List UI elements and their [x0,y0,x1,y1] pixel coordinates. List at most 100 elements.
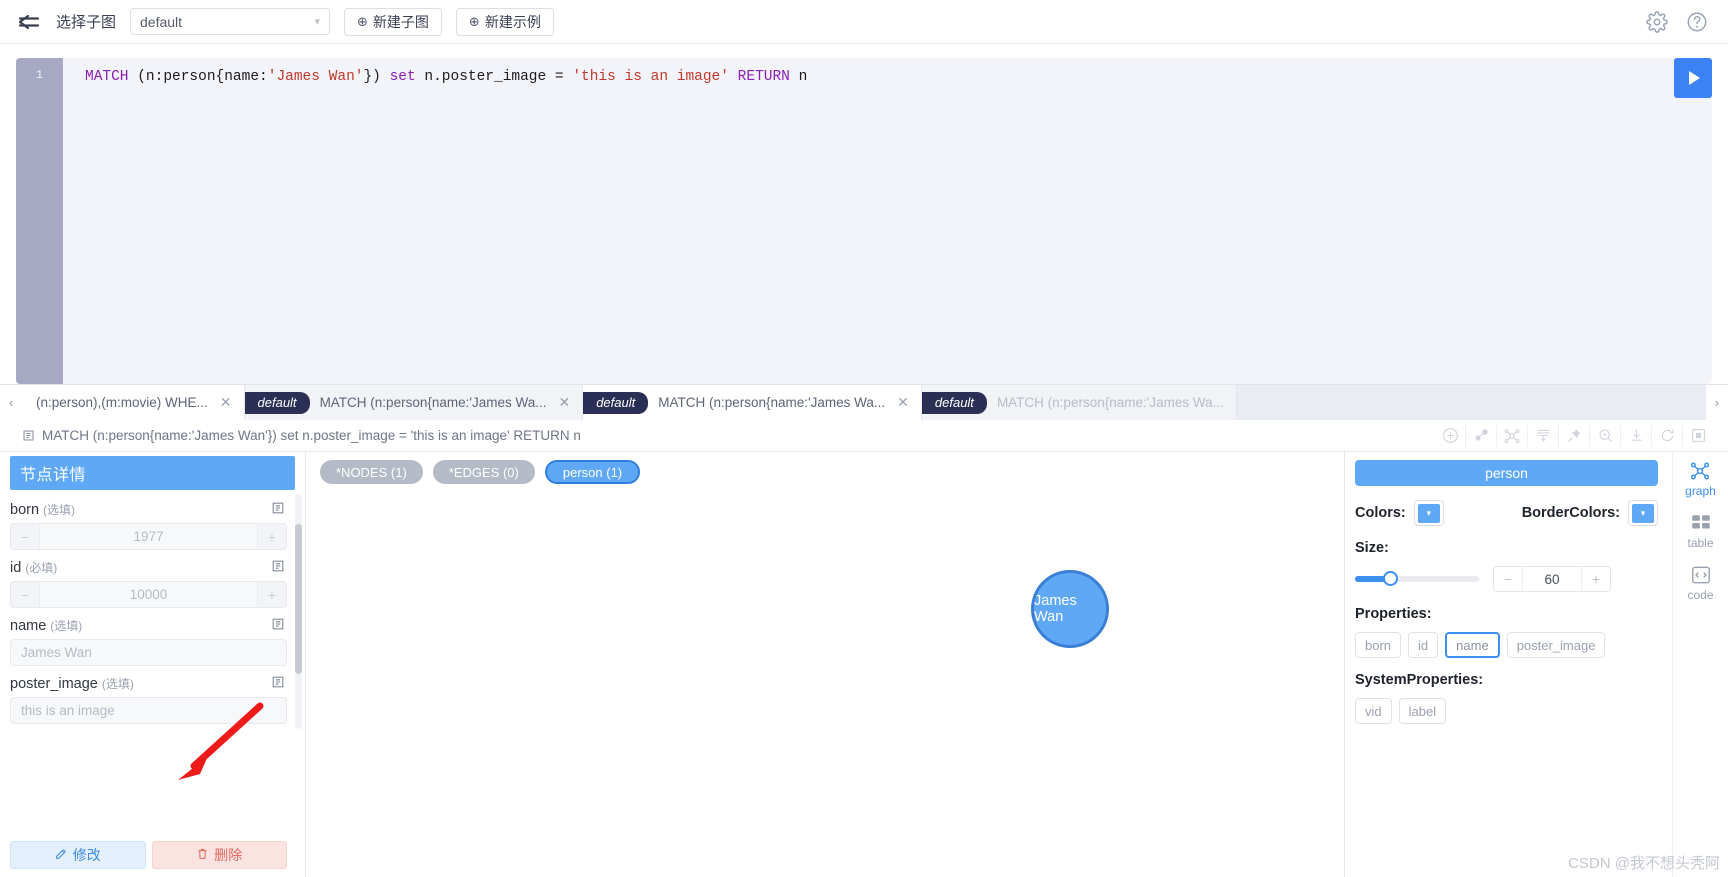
node-property-value: this is an image [21,703,115,718]
run-query-button[interactable] [1674,58,1712,98]
border-color-swatch: ▾ [1632,503,1654,523]
code-token: MATCH [85,69,138,85]
system-properties-block: SystemProperties: vid label [1355,671,1658,724]
result-tabbar: ‹ (n:person),(m:movie) WHE... ✕ default MAT… [0,384,1728,420]
system-properties-label: SystemProperties: [1355,672,1484,688]
rail-item-code[interactable]: code [1687,564,1714,602]
tab-scroll-left[interactable]: ‹ [0,385,22,420]
expand-graph-icon[interactable] [1497,424,1528,447]
tab-badge: default [583,391,649,414]
result-tab[interactable]: (n:person),(m:movie) WHE... ✕ [22,385,245,420]
code-token: RETURN [728,69,799,85]
increment-button[interactable]: + [258,582,286,607]
node-property-number-input[interactable]: −10000 + [10,581,287,608]
copy-icon[interactable] [271,559,285,578]
node-property-label: poster_image (选填) [10,675,287,692]
zoom-fit-icon[interactable] [1590,424,1621,447]
result-tab[interactable]: default MATCH (n:person{name:'James Wa...… [583,385,922,420]
border-color-picker-button[interactable]: ▾ [1628,500,1658,526]
copy-icon[interactable] [271,675,285,694]
copy-icon[interactable] [22,429,35,442]
size-value: 60 [1522,567,1582,591]
node-property-label: born (选填) [10,501,287,518]
property-chip[interactable]: id [1408,632,1439,658]
rail-item-graph[interactable]: graph [1685,460,1716,498]
subgraph-select[interactable]: default ▾ [130,8,331,35]
query-editor[interactable]: 1 MATCH (n:person{name:'James Wan'}) set… [16,58,1712,384]
edit-node-button[interactable]: 修改 [10,841,146,869]
new-subgraph-button[interactable]: ⊕ 新建子图 [344,7,442,36]
size-control-row: − 60 + [1355,566,1658,592]
new-example-button[interactable]: ⊕ 新建示例 [455,7,554,36]
property-chip[interactable]: label [1398,698,1447,724]
rail-item-table[interactable]: table [1687,512,1714,550]
property-chip[interactable]: vid [1355,698,1392,724]
node-property-value: James Wan [21,645,92,660]
plus-circle-icon: ⊕ [468,13,480,29]
node-property-text-input[interactable]: this is an image [10,697,287,724]
size-stepper[interactable]: − 60 + [1493,566,1611,592]
subgraph-select-value: default [140,13,183,30]
copy-icon[interactable] [271,501,285,520]
align-icon[interactable] [1528,424,1559,447]
increment-button[interactable]: + [258,524,286,549]
node-property-number-input[interactable]: −1977 + [10,523,287,550]
node-property-name: name [10,618,47,634]
node-detail-title: 节点详情 [10,456,295,490]
decrement-button[interactable]: − [11,524,39,549]
properties-block: Properties: born id name poster_image [1355,605,1658,658]
download-icon[interactable] [1621,424,1652,447]
size-decrement-button[interactable]: − [1494,567,1522,591]
graph-filter-chips: *NODES (1) *EDGES (0) person (1) [320,460,641,484]
node-property-field: born (选填) −1977 + [10,501,287,550]
properties-list: born id name poster_image [1355,632,1658,658]
delete-node-label: 删除 [214,847,243,863]
tab-badge: default [244,391,310,414]
decrement-button[interactable]: − [11,582,39,607]
size-slider-knob[interactable] [1383,571,1398,586]
color-picker-button[interactable]: ▾ [1413,500,1444,526]
property-chip[interactable]: born [1355,632,1402,658]
graph-canvas[interactable]: *NODES (1) *EDGES (0) person (1) James Wan [306,452,1344,877]
panel-scrollbar[interactable] [295,494,302,729]
relation-icon[interactable] [1466,424,1497,447]
copy-icon[interactable] [271,617,285,636]
gear-icon[interactable] [1646,10,1668,33]
delete-node-button[interactable]: 删除 [151,841,287,869]
tab-close-icon[interactable]: ✕ [220,394,232,411]
trash-icon [196,847,209,863]
property-chip[interactable]: poster_image [1506,632,1606,658]
graph-filter-chip[interactable]: *EDGES (0) [432,460,535,484]
new-subgraph-label: 新建子图 [372,13,429,30]
back-arrow-icon[interactable] [16,9,42,35]
tab-scroll-right[interactable]: › [1706,385,1728,420]
result-tab[interactable]: default MATCH (n:person{name:'James Wa...… [244,385,584,420]
chevron-down-icon: ▾ [314,16,321,28]
tab-close-icon[interactable]: ✕ [558,394,570,411]
node-property-label: id (必填) [10,559,287,576]
refresh-icon[interactable] [1652,424,1683,447]
graph-filter-chip[interactable]: *NODES (1) [320,460,423,484]
graph-filter-chip[interactable]: person (1) [544,460,641,484]
size-increment-button[interactable]: + [1582,567,1610,591]
subgraph-label: 选择子图 [56,14,117,31]
property-chip[interactable]: name [1445,632,1500,658]
result-tab[interactable]: default MATCH (n:person{name:'James Wa... [921,385,1237,420]
colors-label: Colors: [1355,505,1406,521]
node-property-name: id [10,560,22,576]
graph-toolbar [1435,424,1714,447]
size-slider[interactable] [1355,571,1479,586]
graph-node-james-wan[interactable]: James Wan [1031,570,1109,648]
add-node-icon[interactable] [1435,424,1466,447]
node-property-field: poster_image (选填)this is an image [10,675,287,724]
node-property-text-input[interactable]: James Wan [10,639,287,666]
code-token: set [389,69,425,85]
code-area[interactable]: MATCH (n:person{name:'James Wan'}) set n… [63,58,1712,384]
tabs-host: (n:person),(m:movie) WHE... ✕ default MATCH… [22,385,1706,420]
tab-badge: default [921,391,987,414]
help-icon[interactable] [1686,11,1708,33]
play-icon [1689,71,1700,85]
fullscreen-icon[interactable] [1683,425,1714,447]
pin-icon[interactable] [1559,424,1590,447]
tab-close-icon[interactable]: ✕ [897,394,909,411]
